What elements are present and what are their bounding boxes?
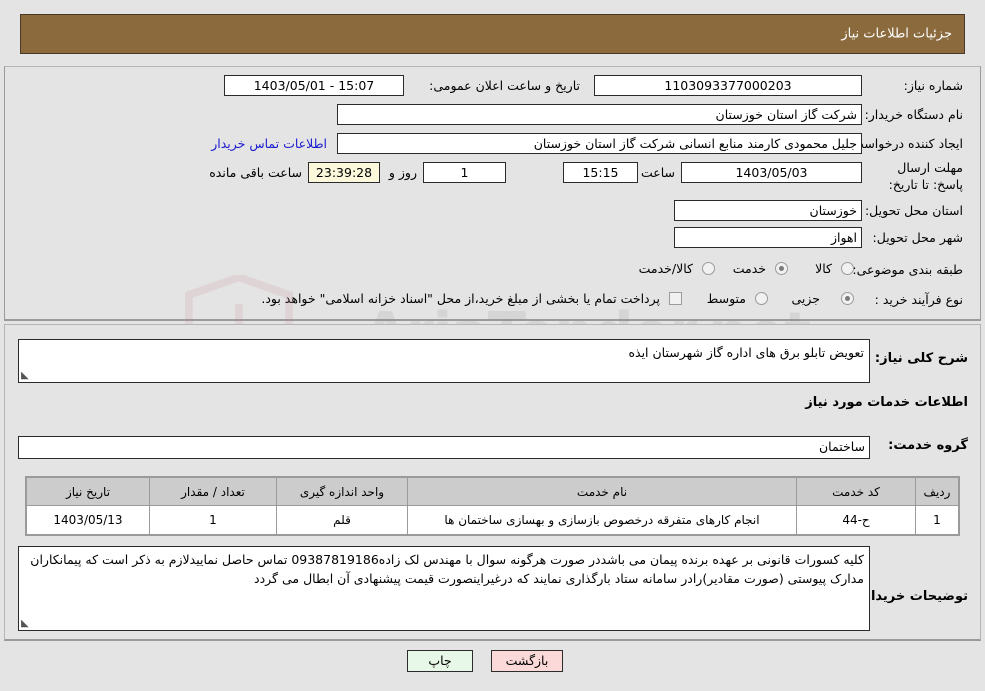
page-root: جزئیات اطلاعات نیاز شماره نیاز: 11030933…	[0, 0, 985, 691]
table-row: 1 ح-44 انجام کارهای متفرقه درخصوص بازساز…	[26, 505, 959, 535]
buyer-org-label: نام دستگاه خریدار:	[864, 107, 963, 122]
need-desc-value: تعویض تابلو برق های اداره گاز شهرستان ای…	[628, 345, 864, 360]
treasury-checkbox-label: پرداخت تمام یا بخشی از مبلغ خرید،از محل …	[261, 291, 660, 306]
col-qty: تعداد / مقدار	[149, 477, 277, 506]
cell-row: 1	[915, 505, 959, 535]
print-button[interactable]: چاپ	[407, 650, 473, 672]
cell-unit: قلم	[276, 505, 408, 535]
need-number-value: 1103093377000203	[594, 75, 862, 96]
service-group-value: ساختمان	[18, 436, 870, 459]
buyer-contact-link[interactable]: اطلاعات تماس خریدار	[211, 136, 327, 151]
resize-grip-icon[interactable]: ◢	[21, 370, 31, 381]
deadline-date-value: 1403/05/03	[681, 162, 862, 183]
cell-qty: 1	[149, 505, 277, 535]
cell-date: 1403/05/13	[26, 505, 150, 535]
radio-category-goods[interactable]	[841, 262, 854, 275]
service-group-label: گروه خدمت:	[888, 438, 968, 453]
announce-datetime-value: 15:07 - 1403/05/01	[224, 75, 404, 96]
page-header: جزئیات اطلاعات نیاز	[20, 14, 965, 54]
page-title: جزئیات اطلاعات نیاز	[841, 26, 952, 42]
radio-process-medium[interactable]	[755, 292, 768, 305]
radio-category-goods-service[interactable]	[702, 262, 715, 275]
need-number-label: شماره نیاز:	[903, 78, 963, 93]
col-code: کد خدمت	[796, 477, 916, 506]
cell-name: انجام کارهای متفرقه درخصوص بازسازی و بهس…	[407, 505, 797, 535]
remaining-suffix-label: ساعت باقی مانده	[209, 165, 302, 180]
buyer-notes-value: کلیه کسورات قانونی بر عهده برنده پیمان م…	[30, 552, 864, 586]
treasury-checkbox[interactable]	[669, 292, 682, 305]
need-desc-textarea[interactable]: تعویض تابلو برق های اداره گاز شهرستان ای…	[18, 339, 870, 383]
requester-value: جلیل محمودی کارمند منابع انسانی شرکت گاز…	[337, 133, 862, 154]
cell-code: ح-44	[796, 505, 916, 535]
remaining-days-value: 1	[423, 162, 506, 183]
announce-datetime-label: تاریخ و ساعت اعلان عمومی:	[429, 78, 580, 93]
buyer-org-value: شرکت گاز استان خوزستان	[337, 104, 862, 125]
category-label: طبقه بندی موضوعی:	[852, 262, 963, 277]
remaining-days-label: روز و	[388, 165, 417, 180]
requester-label: ایجاد کننده درخواست:	[847, 136, 963, 151]
radio-category-service[interactable]	[775, 262, 788, 275]
category-option-label-0: کالا	[815, 261, 832, 276]
province-label: استان محل تحویل:	[864, 203, 963, 218]
deadline-hour-label: ساعت	[640, 165, 675, 180]
back-button[interactable]: بازگشت	[491, 650, 563, 672]
need-desc-label: شرح کلی نیاز:	[874, 351, 968, 366]
services-heading: اطلاعات خدمات مورد نیاز	[805, 395, 968, 410]
services-table: ردیف کد خدمت نام خدمت واحد اندازه گیری ت…	[25, 476, 960, 536]
process-label: نوع فرآیند خرید :	[874, 292, 963, 307]
resize-grip-icon[interactable]: ◢	[21, 618, 31, 629]
category-option-label-1: خدمت	[732, 261, 766, 276]
col-name: نام خدمت	[407, 477, 797, 506]
details-panel: شرح کلی نیاز: تعویض تابلو برق های اداره …	[4, 324, 981, 641]
deadline-label: مهلت ارسال پاسخ: تا تاریخ:	[888, 160, 963, 192]
category-option-label-2: کالا/خدمت	[638, 261, 693, 276]
table-header-row: ردیف کد خدمت نام خدمت واحد اندازه گیری ت…	[26, 477, 959, 506]
col-row: ردیف	[915, 477, 959, 506]
col-unit: واحد اندازه گیری	[276, 477, 408, 506]
col-date: تاریخ نیاز	[26, 477, 150, 506]
buyer-notes-textarea[interactable]: کلیه کسورات قانونی بر عهده برنده پیمان م…	[18, 546, 870, 631]
city-value: اهواز	[674, 227, 862, 248]
remaining-clock-value: 23:39:28	[308, 162, 380, 183]
process-option-label-1: متوسط	[706, 291, 746, 306]
buyer-notes-label: توضیحات خریدار:	[858, 589, 968, 604]
deadline-time-value: 15:15	[563, 162, 638, 183]
summary-panel: شماره نیاز: 1103093377000203 تاریخ و ساع…	[4, 66, 981, 321]
process-option-label-0: جزیی	[791, 291, 820, 306]
city-label: شهر محل تحویل:	[872, 230, 963, 245]
province-value: خوزستان	[674, 200, 862, 221]
radio-process-minor[interactable]	[841, 292, 854, 305]
